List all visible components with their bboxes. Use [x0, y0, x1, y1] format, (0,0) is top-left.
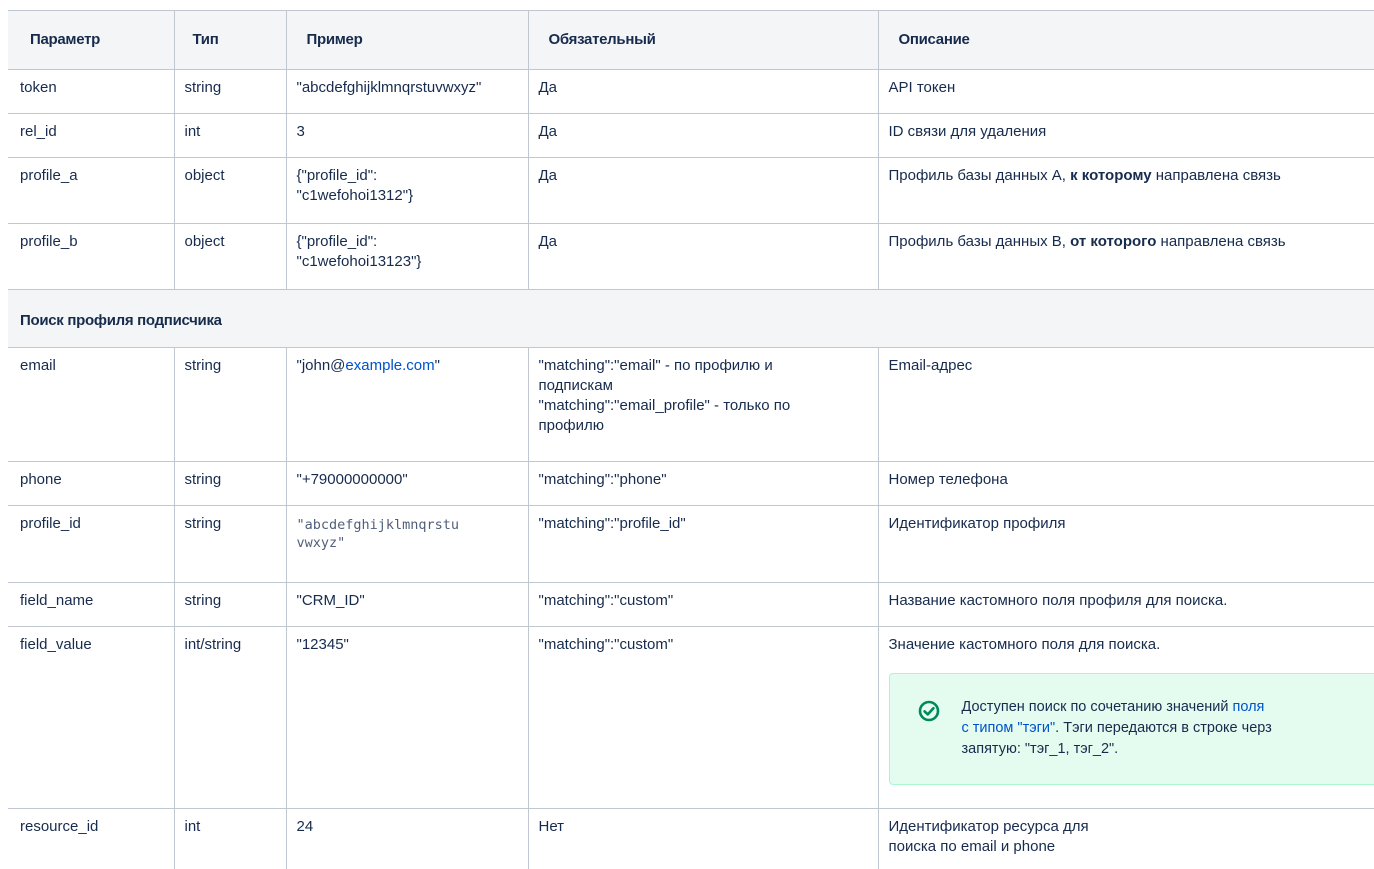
- param-cell: profile_id: [8, 505, 175, 583]
- param-cell: token: [8, 69, 175, 114]
- example-line: {"profile_id":: [296, 167, 378, 184]
- param-cell: phone: [8, 461, 175, 506]
- required-cell: Да: [527, 223, 879, 290]
- header-type: Тип: [173, 10, 287, 70]
- table-row: resource_id int 24 Нет Идентификатор рес…: [8, 808, 1374, 869]
- example-cell: "12345": [285, 626, 529, 809]
- note-text: запятую: "тэг_1, тэг_2".: [961, 741, 1119, 757]
- required-line: профилю: [538, 417, 605, 434]
- example-cell: "john@example.com": [285, 347, 529, 462]
- tags-field-link-line: поля: [1232, 699, 1265, 715]
- example-line: {"profile_id":: [296, 233, 378, 250]
- table-row: profile_a object {"profile_id": "c1wefoho…: [8, 157, 1374, 224]
- param-cell: field_name: [8, 582, 175, 627]
- required-cell: "matching":"email" - по профилю и подпис…: [527, 347, 879, 462]
- check-circle-icon: [918, 700, 939, 722]
- example-cell: "abcdefghijklmnqrstu vwxyz": [285, 505, 529, 583]
- param-cell: email: [8, 347, 175, 462]
- table-header-row: Параметр Тип Пример Обязательный Описани…: [8, 10, 1374, 70]
- example-text: "john@: [296, 357, 346, 374]
- header-description: Описание: [877, 10, 1374, 70]
- description-cell: Номер телефона: [877, 461, 1374, 506]
- section-title: Поиск профиля подписчика: [8, 289, 1374, 348]
- description-text: Значение кастомного поля для поиска.: [888, 636, 1161, 653]
- type-cell: int: [173, 113, 287, 158]
- note-text: Доступен поиск по сочетанию значений: [961, 699, 1233, 715]
- description-cell: Название кастомного поля профиля для пои…: [877, 582, 1374, 627]
- table-row: profile_id string "abcdefghijklmnqrstu vw…: [8, 505, 1374, 583]
- table-row: email string "john@example.com" "matchin…: [8, 347, 1374, 462]
- description-cell: ID связи для удаления: [877, 113, 1374, 158]
- type-cell: string: [173, 69, 287, 114]
- type-cell: int: [173, 808, 287, 869]
- description-text: Профиль базы данных А,: [888, 167, 1071, 184]
- example-cell: "+79000000000": [285, 461, 529, 506]
- description-line: поиска по email и phone: [888, 838, 1056, 855]
- param-cell: profile_a: [8, 157, 175, 224]
- table-row: profile_b object {"profile_id": "c1wefoho…: [8, 223, 1374, 290]
- required-line: "matching":"email_profile" - только по: [538, 397, 791, 414]
- description-cell: Профиль базы данных В, от которого напра…: [877, 223, 1374, 290]
- description-cell: Идентификатор ресурса для поиска по email…: [877, 808, 1374, 869]
- description-text: Профиль базы данных В,: [888, 233, 1071, 250]
- example-line: "c1wefohoi13123"}: [296, 253, 422, 270]
- header-example: Пример: [285, 10, 529, 70]
- table-row: token string "abcdefghijklmnqrstuvwxyz" …: [8, 69, 1374, 114]
- description-bold: от которого: [1070, 233, 1157, 250]
- required-cell: Да: [527, 69, 879, 114]
- type-cell: object: [173, 157, 287, 224]
- example-email-link[interactable]: example.com: [345, 357, 434, 374]
- example-line: "c1wefohoi1312"}: [296, 187, 414, 204]
- type-cell: string: [173, 461, 287, 506]
- example-cell: {"profile_id": "c1wefohoi13123"}: [285, 223, 529, 290]
- required-cell: "matching":"profile_id": [527, 505, 879, 583]
- table-row: rel_id int 3 Да ID связи для удаления: [8, 113, 1374, 158]
- type-cell: int/string: [173, 626, 287, 809]
- type-cell: string: [173, 347, 287, 462]
- param-cell: field_value: [8, 626, 175, 809]
- section-header-row: Поиск профиля подписчика: [8, 289, 1374, 348]
- required-cell: Да: [527, 113, 879, 158]
- tags-field-link-line: с типом "тэги": [961, 720, 1056, 736]
- table-row: phone string "+79000000000" "matching":"…: [8, 461, 1374, 506]
- param-cell: profile_b: [8, 223, 175, 290]
- header-parameter: Параметр: [8, 10, 175, 70]
- example-line: "abcdefghijklmnqrstu: [296, 517, 460, 533]
- header-required: Обязательный: [527, 10, 879, 70]
- parameters-table: Параметр Тип Пример Обязательный Описани…: [8, 10, 1374, 869]
- example-text: ": [434, 357, 440, 374]
- required-cell: Нет: [527, 808, 879, 869]
- description-bold: к которому: [1070, 167, 1152, 184]
- param-cell: rel_id: [8, 113, 175, 158]
- required-line: подпискам: [538, 377, 613, 394]
- required-cell: "matching":"custom": [527, 626, 879, 809]
- type-cell: string: [173, 582, 287, 627]
- description-text: направлена связь: [1151, 167, 1281, 184]
- success-info-panel: Доступен поиск по сочетанию значений пол…: [888, 673, 1374, 785]
- example-cell: "abcdefghijklmnqrstuvwxyz": [285, 69, 529, 114]
- example-cell: {"profile_id": "c1wefohoi1312"}: [285, 157, 529, 224]
- description-cell: Идентификатор профиля: [877, 505, 1374, 583]
- description-cell: Email-адрес: [877, 347, 1374, 462]
- description-cell: Профиль базы данных А, к которому направ…: [877, 157, 1374, 224]
- table-row: field_value int/string "12345" "matching…: [8, 626, 1374, 809]
- example-cell: 3: [285, 113, 529, 158]
- description-line: Идентификатор ресурса для: [888, 818, 1089, 835]
- description-cell: API токен: [877, 69, 1374, 114]
- parameters-table-container: Параметр Тип Пример Обязательный Описани…: [8, 10, 1374, 869]
- required-cell: "matching":"phone": [527, 461, 879, 506]
- description-text: направлена связь: [1156, 233, 1286, 250]
- description-cell: Значение кастомного поля для поиска. Дос…: [877, 626, 1374, 809]
- required-cell: Да: [527, 157, 879, 224]
- note-text: . Тэги передаются в строке черз: [1055, 720, 1272, 736]
- example-line: vwxyz": [296, 535, 346, 551]
- table-row: field_name string "CRM_ID" "matching":"c…: [8, 582, 1374, 627]
- param-cell: resource_id: [8, 808, 175, 869]
- type-cell: string: [173, 505, 287, 583]
- type-cell: object: [173, 223, 287, 290]
- example-cell: "CRM_ID": [285, 582, 529, 627]
- example-cell: 24: [285, 808, 529, 869]
- required-line: "matching":"email" - по профилю и: [538, 357, 773, 374]
- required-cell: "matching":"custom": [527, 582, 879, 627]
